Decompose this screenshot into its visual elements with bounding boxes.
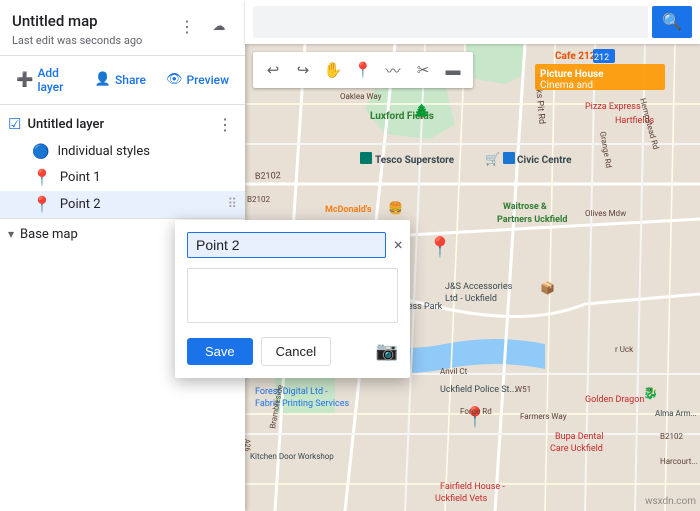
style-icon: 🔵 xyxy=(32,144,49,160)
base-map-label: Base map xyxy=(20,227,78,242)
dialog-header: × xyxy=(187,232,398,258)
map-header-icons: ⋮ ☁ xyxy=(173,12,233,40)
layer-header-untitled: ☑ Untitled layer ⋮ xyxy=(0,105,245,140)
svg-text:🐉: 🐉 xyxy=(643,386,658,400)
svg-text:Tesco Superstore: Tesco Superstore xyxy=(375,155,455,166)
svg-text:W51: W51 xyxy=(515,385,531,394)
svg-text:Oaklea Way: Oaklea Way xyxy=(340,92,382,101)
svg-text:Alma Arm...: Alma Arm... xyxy=(655,409,697,418)
svg-text:Uckfield Police St...: Uckfield Police St... xyxy=(440,385,517,395)
svg-text:r Uck: r Uck xyxy=(615,345,634,354)
layer-more-button[interactable]: ⋮ xyxy=(213,113,237,136)
svg-text:Cafe 212: Cafe 212 xyxy=(555,51,596,62)
map-subtitle: Last edit was seconds ago xyxy=(12,34,165,47)
svg-text:Fairfield House -: Fairfield House - xyxy=(440,482,505,492)
point2-item[interactable]: 📍 Point 2 ⠿ xyxy=(0,191,245,218)
svg-text:Forest Digital Ltd -: Forest Digital Ltd - xyxy=(255,387,328,397)
preview-label: Preview xyxy=(187,73,230,87)
cloud-save-icon: ☁ xyxy=(205,12,233,40)
dialog-camera-button[interactable]: 📷 xyxy=(376,341,398,362)
svg-text:🍔: 🍔 xyxy=(388,201,403,215)
dialog-description-input[interactable] xyxy=(187,268,398,323)
map-title-area: Untitled map Last edit was seconds ago xyxy=(12,12,165,47)
share-icon: 👤 xyxy=(95,72,111,87)
share-label: Share xyxy=(115,73,146,87)
dialog-title-input[interactable] xyxy=(187,232,386,258)
preview-button[interactable]: 👁 Preview xyxy=(158,68,237,91)
svg-text:212: 212 xyxy=(594,53,609,63)
svg-text:📦: 📦 xyxy=(540,281,555,295)
edit-dialog: × Save Cancel 📷 xyxy=(175,220,410,378)
marker-button[interactable]: 📍 xyxy=(349,56,377,84)
svg-text:Partners Uckfield: Partners Uckfield xyxy=(497,215,567,225)
dialog-close-button[interactable]: × xyxy=(394,237,403,253)
search-input[interactable] xyxy=(253,6,648,38)
point2-icon: 📍 xyxy=(32,195,52,214)
point2-drag-icon: ⠿ xyxy=(227,197,237,212)
add-layer-label: Add layer xyxy=(37,66,74,94)
collapse-icon: ▾ xyxy=(8,227,14,241)
dialog-cancel-button[interactable]: Cancel xyxy=(261,337,331,366)
undo-button[interactable]: ↩ xyxy=(259,56,287,84)
more-options-button[interactable]: ⋮ xyxy=(173,12,201,40)
line-button[interactable]: 〰 xyxy=(379,56,407,84)
watermark: wsxdn.com xyxy=(645,496,696,507)
svg-text:Fabric Printing Services: Fabric Printing Services xyxy=(255,399,350,409)
svg-text:Picture House: Picture House xyxy=(540,69,604,80)
search-icon: 🔍 xyxy=(662,12,682,32)
svg-text:Olives Mdw: Olives Mdw xyxy=(585,209,626,218)
redo-button[interactable]: ↪ xyxy=(289,56,317,84)
svg-text:Waitrose &: Waitrose & xyxy=(503,202,547,212)
svg-text:Care Uckfield: Care Uckfield xyxy=(550,444,603,454)
map-top-bar: 🔍 xyxy=(245,0,700,44)
svg-text:B2102: B2102 xyxy=(247,195,270,204)
layer-checkbox-icon[interactable]: ☑ xyxy=(8,115,21,133)
svg-text:Farmers Way: Farmers Way xyxy=(520,412,567,421)
svg-text:Cinema and: Cinema and xyxy=(540,80,593,91)
preview-icon: 👁 xyxy=(166,72,183,87)
svg-text:Pizza Express: Pizza Express xyxy=(585,102,641,112)
directions-button[interactable]: ▬ xyxy=(439,56,467,84)
individual-styles-item[interactable]: 🔵 Individual styles xyxy=(0,140,245,164)
map-title: Untitled map xyxy=(12,12,165,32)
layer-title: Untitled layer xyxy=(27,117,207,132)
svg-text:B2102: B2102 xyxy=(255,171,281,182)
point1-item[interactable]: 📍 Point 1 xyxy=(0,164,245,191)
share-button[interactable]: 👤 Share xyxy=(87,68,154,91)
svg-text:Anvil Ct: Anvil Ct xyxy=(440,367,468,376)
point2-label: Point 2 xyxy=(60,197,220,212)
svg-text:Kitchen Door Workshop: Kitchen Door Workshop xyxy=(250,452,334,461)
svg-text:Bupa Dental: Bupa Dental xyxy=(555,432,603,442)
svg-text:Forge Rd: Forge Rd xyxy=(460,407,492,416)
svg-text:Civic Centre: Civic Centre xyxy=(517,155,572,166)
point1-label: Point 1 xyxy=(60,170,237,185)
map-header: Untitled map Last edit was seconds ago ⋮… xyxy=(0,0,245,56)
search-button[interactable]: 🔍 xyxy=(652,6,692,38)
map-tools-bar: ↩ ↪ ✋ 📍 〰 ✂ ▬ xyxy=(253,52,473,88)
toolbar: ➕ Add layer 👤 Share 👁 Preview xyxy=(0,56,245,105)
add-layer-button[interactable]: ➕ Add layer xyxy=(8,62,83,98)
svg-text:🛒: 🛒 xyxy=(485,152,500,166)
svg-text:Ltd - Uckfield: Ltd - Uckfield xyxy=(445,294,497,304)
svg-text:Harcourt...: Harcourt... xyxy=(660,457,698,466)
dialog-save-button[interactable]: Save xyxy=(187,338,253,365)
point1-icon: 📍 xyxy=(32,168,52,187)
svg-text:J&S Accessories: J&S Accessories xyxy=(445,282,513,292)
svg-text:Uckfield Vets: Uckfield Vets xyxy=(435,494,488,504)
svg-text:🌲: 🌲 xyxy=(413,103,430,120)
svg-text:McDonald's: McDonald's xyxy=(325,205,372,215)
svg-text:A26: A26 xyxy=(245,439,251,452)
individual-styles-label: Individual styles xyxy=(57,144,237,159)
pan-button[interactable]: ✋ xyxy=(319,56,347,84)
dialog-actions: Save Cancel 📷 xyxy=(187,337,398,366)
svg-text:Golden Dragon: Golden Dragon xyxy=(585,395,644,405)
svg-text:B2102: B2102 xyxy=(660,432,683,441)
svg-text:📍: 📍 xyxy=(428,235,453,259)
add-layer-icon: ➕ xyxy=(16,72,33,88)
measure-button[interactable]: ✂ xyxy=(409,56,437,84)
